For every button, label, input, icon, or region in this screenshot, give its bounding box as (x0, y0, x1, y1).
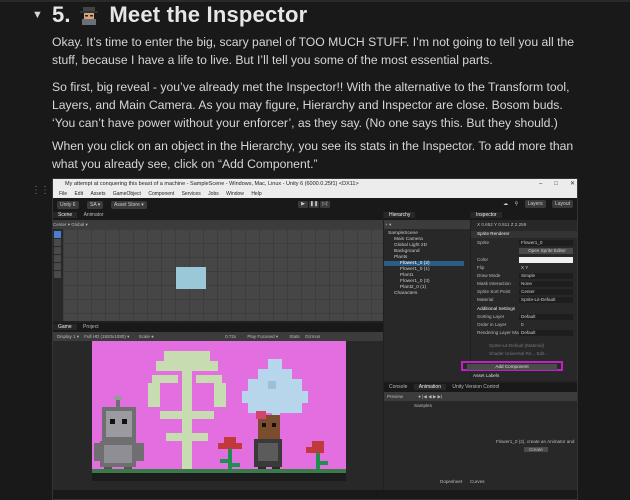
hierarchy-row[interactable]: Global Light 2D (394, 243, 427, 248)
tab-project[interactable]: Project (78, 324, 104, 330)
user-button[interactable]: SA ▾ (87, 201, 104, 209)
inspector-tabs: Inspector (471, 211, 577, 220)
curves-tab[interactable]: Curves (470, 479, 485, 484)
transform-tool-icon[interactable] (54, 271, 61, 278)
unity-screenshot: My attempt at conquering this beast of a… (52, 178, 578, 500)
inspector-panel: Inspector X 0.652 Y 0.511 Z 2.259 Sprite… (461, 211, 577, 381)
paragraph-2: So first, big reveal - you’ve already me… (52, 80, 570, 130)
play-focused-dropdown[interactable]: Play Focused ▾ (247, 334, 278, 339)
tab-animation[interactable]: Animation (413, 384, 446, 390)
rect-tool-icon[interactable] (54, 263, 61, 270)
window-controls: – □ ✕ (539, 181, 575, 187)
scene-toolbar[interactable]: Center ▾ Global ▾ (53, 220, 383, 229)
scale-slider[interactable]: Scale ● (139, 334, 154, 339)
account-button[interactable]: Unity 6 (57, 201, 79, 209)
main-toolbar: Unity 6 SA ▾ Asset Store ▾ ▶ ❚❚ ▷| ☁ ⚲ Lay… (53, 198, 577, 211)
section-heading: ▼ 5. Meet the Inspector (32, 2, 307, 28)
hierarchy-row[interactable]: Plant1 (400, 273, 414, 278)
rotate-tool-icon[interactable] (54, 247, 61, 254)
hierarchy-row[interactable]: Characters (394, 291, 417, 296)
paragraph-1: Okay. It’s time to enter the big, scary … (52, 35, 575, 67)
sprite-renderer-header[interactable]: Sprite Renderer (471, 231, 577, 238)
resolution-dropdown[interactable]: Full HD (1920x1080) ▾ (84, 334, 129, 339)
toolbar-right: ☁ ⚲ Layers Layout (498, 200, 573, 208)
animation-toolbar: Preview ● |◀ ◀ ▶ ▶| (384, 392, 577, 401)
playback-controls: ▶ ❚❚ ▷| (298, 201, 331, 208)
hand-tool-icon[interactable] (54, 231, 61, 238)
scene-viewport[interactable] (63, 229, 383, 321)
hierarchy-tabs: Hierarchy (384, 211, 470, 220)
menu-gameobject[interactable]: GameObject (113, 191, 141, 197)
add-component-button[interactable]: Add Component (467, 364, 557, 370)
menu-jobs[interactable]: Jobs (208, 191, 219, 197)
tab-hierarchy[interactable]: Hierarchy (384, 212, 416, 218)
hierarchy-search[interactable]: + ▾ (384, 220, 470, 229)
menu-file[interactable]: File (59, 191, 67, 197)
hierarchy-row[interactable]: Plant2_0 (1) (400, 285, 426, 290)
preview-button[interactable]: Preview (387, 394, 403, 399)
game-toolbar: Display 1 ▾ Full HD (1920x1080) ▾ Scale … (53, 332, 383, 341)
play-icon[interactable]: ▶ (298, 201, 308, 208)
animation-panel: Console Animation Unity Version Control … (384, 383, 577, 492)
hierarchy-panel: Hierarchy + ▾ SampleScene Main Camera Gl… (384, 211, 470, 381)
move-tool-icon[interactable] (54, 239, 61, 246)
pause-icon[interactable]: ❚❚ (309, 201, 319, 208)
detective-emoji-icon (80, 7, 99, 25)
game-view[interactable] (92, 341, 346, 481)
menu-help[interactable]: Help (251, 191, 261, 197)
asset-store-button[interactable]: Asset Store ▾ (111, 201, 147, 209)
scene-panel: Scene Animator Center ▾ Global ▾ (53, 211, 383, 321)
hierarchy-row-selected[interactable]: Flower1_0 (2) (384, 261, 464, 266)
hierarchy-row[interactable]: Flower1_0 (3) (400, 279, 430, 284)
scene-tabs: Scene Animator (53, 211, 383, 220)
window-title: My attempt at conquering this beast of a… (65, 181, 359, 187)
pixel-scene-illustration (92, 341, 346, 481)
window-titlebar: My attempt at conquering this beast of a… (53, 179, 577, 190)
scale-tool-icon[interactable] (54, 255, 61, 262)
menu-edit[interactable]: Edit (74, 191, 83, 197)
hierarchy-row[interactable]: SampleScene (388, 231, 418, 236)
heading-text: 5. Meet the Inspector (52, 2, 308, 27)
scene-camera-preview[interactable] (176, 267, 206, 289)
toggle-arrow-icon[interactable]: ▼ (32, 9, 44, 21)
tab-game[interactable]: Game (53, 324, 77, 330)
menu-bar: File Edit Assets GameObject Component Se… (53, 190, 577, 198)
stats-button[interactable]: Stats (289, 334, 299, 339)
gizmos-button[interactable]: Gizmos (305, 334, 320, 339)
tab-scene[interactable]: Scene (53, 212, 78, 218)
hierarchy-row[interactable]: Main Camera (394, 237, 423, 242)
paragraph-3: When you click on an object in the Hiera… (52, 139, 574, 171)
dopesheet-tab[interactable]: Dopesheet (440, 479, 462, 484)
hierarchy-row[interactable]: Plants (394, 255, 407, 260)
bottom-tabs: Console Animation Unity Version Control (384, 383, 577, 392)
game-panel: Game Project Display 1 ▾ Full HD (1920x1… (53, 323, 383, 492)
record-icon[interactable]: ● |◀ ◀ ▶ ▶| (418, 394, 442, 399)
menu-window[interactable]: Window (226, 191, 244, 197)
layout-dropdown[interactable]: Layout (551, 200, 573, 208)
menu-component[interactable]: Component (148, 191, 174, 197)
search-icon[interactable]: ⚲ (515, 201, 519, 207)
menu-assets[interactable]: Assets (90, 191, 105, 197)
cloud-icon[interactable]: ☁ (503, 201, 508, 207)
hierarchy-row[interactable]: Flower1_0 (1) (400, 267, 430, 272)
hierarchy-row[interactable]: Background (394, 249, 420, 254)
layers-dropdown[interactable]: Layers (524, 200, 546, 208)
tab-console[interactable]: Console (384, 384, 412, 390)
game-tabs: Game Project (53, 323, 383, 332)
status-bar (53, 490, 577, 499)
step-icon[interactable]: ▷| (320, 201, 330, 208)
display-dropdown[interactable]: Display 1 ▾ (57, 334, 79, 339)
add-component-highlight: Add Component (461, 361, 563, 371)
tab-animator[interactable]: Animator (79, 212, 109, 218)
scene-tools (54, 231, 62, 279)
tab-inspector[interactable]: Inspector (471, 212, 502, 218)
menu-services[interactable]: Services (182, 191, 201, 197)
tab-version-control[interactable]: Unity Version Control (447, 384, 504, 390)
drag-handle-icon[interactable]: ⋮⋮ (31, 185, 50, 196)
zoom-value: 0.72x (225, 334, 237, 339)
